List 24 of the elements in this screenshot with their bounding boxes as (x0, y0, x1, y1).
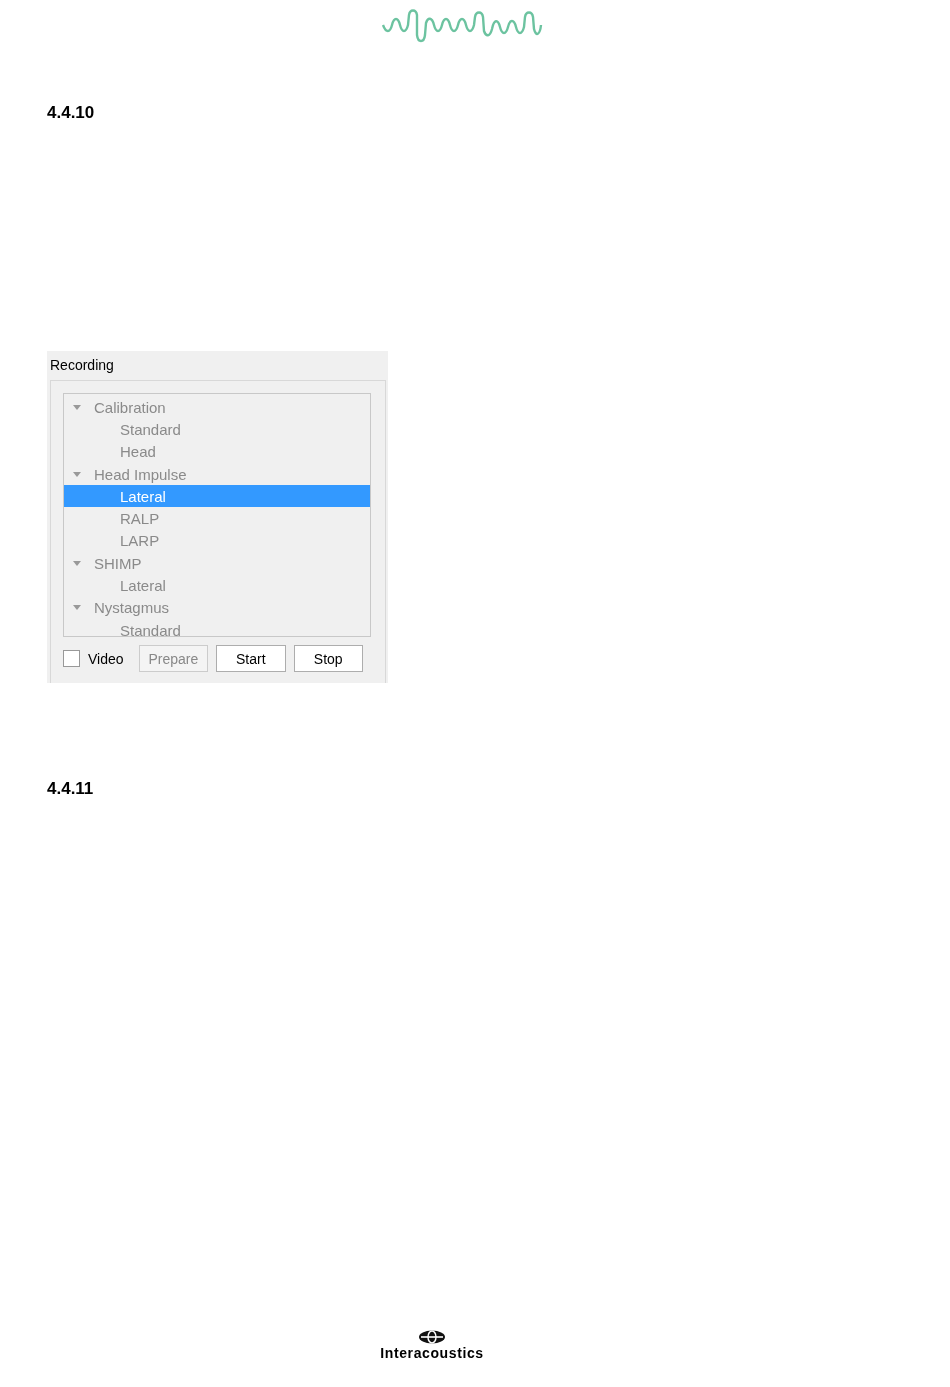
tree-item[interactable]: Head Impulse (64, 462, 370, 486)
tree-item[interactable]: LARP (64, 529, 370, 553)
action-button[interactable]: Start (216, 645, 286, 672)
tree-item[interactable]: Calibration (64, 396, 370, 419)
video-checkbox[interactable] (63, 650, 80, 667)
caret-icon[interactable] (73, 605, 81, 611)
brand-name: Interacoustics (380, 1345, 484, 1361)
caret-icon[interactable] (73, 560, 81, 566)
caret-icon[interactable] (73, 404, 81, 410)
globe-logo-icon (418, 1330, 446, 1344)
caret-icon[interactable] (73, 471, 81, 477)
section-heading: 4.4.11 (47, 779, 94, 799)
tree-item[interactable]: Lateral (64, 485, 370, 508)
action-button[interactable]: Stop (293, 645, 363, 672)
tree-item[interactable]: Head (64, 440, 370, 463)
section-heading: 4.4.10 (47, 103, 95, 123)
tree-item[interactable]: SHIMP (64, 552, 370, 575)
tree-item[interactable]: Standard (64, 618, 370, 642)
panel-title: Recording (50, 356, 114, 375)
tree-item[interactable]: RALP (64, 507, 370, 530)
tree-item[interactable]: Nystagmus (64, 596, 370, 619)
tree-item[interactable]: Lateral (64, 574, 370, 597)
checkbox-label: Video (88, 650, 124, 667)
tree-item[interactable]: Standard (64, 418, 370, 441)
